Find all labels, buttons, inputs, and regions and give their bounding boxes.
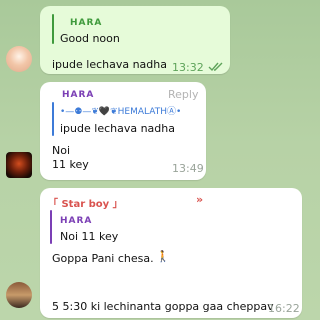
message-bubble-incoming[interactable]: HARA Reply •—⚉—❦🖤❦HEMALATHⒶ• ipude lecha… <box>40 82 206 180</box>
reply-action[interactable]: Reply <box>168 88 198 101</box>
reply-quote-bar <box>52 14 54 44</box>
avatar[interactable] <box>6 282 32 308</box>
double-check-icon <box>208 58 224 77</box>
reply-text: Noi 11 key <box>60 230 119 243</box>
message-bubble-incoming[interactable]: 「 Star boy 」 » HARA Noi 11 key Goppa Pan… <box>40 188 302 318</box>
message-text: 5 5:30 ki lechinanta goppa gaa cheppav <box>52 300 274 313</box>
sender-suffix: » <box>196 193 204 206</box>
reply-sender: HARA <box>60 216 93 226</box>
reply-text: Good noon <box>60 32 120 45</box>
avatar[interactable] <box>6 46 32 72</box>
avatar[interactable] <box>6 152 32 178</box>
message-bubble-outgoing[interactable]: HARA Good noon ipude lechava nadha 13:32 <box>40 6 230 74</box>
walking-emoji: 🚶 <box>156 250 170 263</box>
reply-sender: •—⚉—❦🖤❦HEMALATHⒶ• <box>60 107 182 117</box>
message-time: 16:22 <box>268 302 300 315</box>
sender-name: 「 Star boy 」 <box>48 199 123 210</box>
message-time: 13:49 <box>172 162 204 175</box>
message-line: Noi <box>52 144 71 157</box>
message-text: Goppa Pani chesa. <box>52 252 154 265</box>
message-time: 13:32 <box>172 61 204 74</box>
sender-name: HARA <box>62 90 95 100</box>
reply-sender: HARA <box>70 18 103 28</box>
reply-quote-bar <box>50 210 52 244</box>
reply-text: ipude lechava nadha <box>60 122 175 135</box>
message-text: ipude lechava nadha <box>52 58 167 71</box>
message-line: 11 key <box>52 158 89 171</box>
reply-quote-bar <box>52 102 54 136</box>
